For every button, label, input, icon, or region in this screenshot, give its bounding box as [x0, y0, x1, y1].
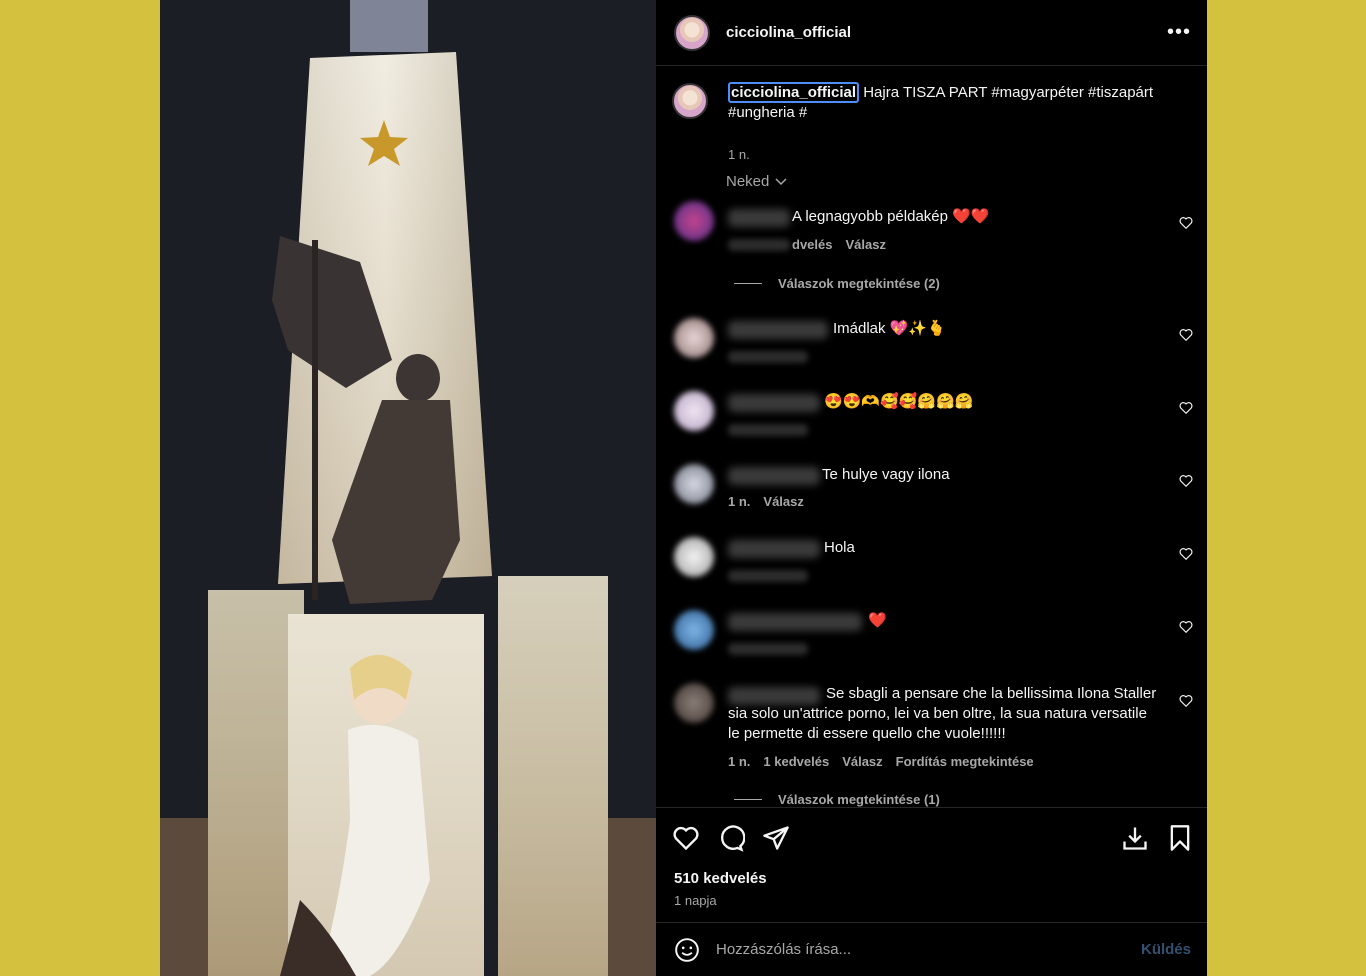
- comment-likes[interactable]: 1 kedvelés: [763, 754, 829, 769]
- commenter-username[interactable]: [728, 321, 828, 339]
- avatar[interactable]: [674, 14, 710, 51]
- commenter-username[interactable]: [728, 540, 820, 558]
- reply-button[interactable]: Válasz: [763, 494, 803, 509]
- sort-label: Neked: [726, 173, 770, 190]
- comment-meta: [728, 643, 808, 655]
- heart-icon[interactable]: [1179, 216, 1193, 230]
- commenter-avatar[interactable]: [674, 537, 714, 577]
- more-options-icon[interactable]: •••: [1167, 21, 1191, 44]
- monument-image: [160, 0, 656, 976]
- view-replies-label: Válaszok megtekintése (2): [778, 276, 940, 291]
- comment-meta: [728, 351, 808, 363]
- comment-time: [728, 239, 790, 251]
- post-panel: cicciolina_official ••• cicciolina_offic…: [656, 0, 1207, 976]
- commenter-avatar[interactable]: [674, 201, 714, 241]
- comment-text: 😍😍🫶🥰🥰🤗🤗🤗: [824, 393, 974, 410]
- commenter-username[interactable]: [728, 209, 790, 227]
- replies-divider: [734, 283, 762, 284]
- translate-button[interactable]: Fordítás megtekintése: [896, 754, 1034, 769]
- save-bookmark-icon[interactable]: [1166, 824, 1194, 852]
- header-username[interactable]: cicciolina_official: [726, 24, 1167, 41]
- comment-meta: [728, 424, 808, 436]
- heart-icon[interactable]: [1179, 547, 1193, 561]
- post-header: cicciolina_official •••: [656, 0, 1207, 66]
- commenter-username[interactable]: [728, 613, 862, 631]
- commenter-avatar[interactable]: [674, 683, 714, 723]
- comment-text: Imádlak 💖✨🫰: [833, 320, 946, 337]
- heart-icon[interactable]: [1179, 401, 1193, 415]
- heart-icon[interactable]: [1179, 328, 1193, 342]
- comment-text: Se sbagli a pensare che la bellissima Il…: [728, 685, 1157, 742]
- view-replies-button[interactable]: Válaszok megtekintése (2): [734, 276, 940, 291]
- likes-count[interactable]: 510 kedvelés: [674, 870, 767, 887]
- comment-text: Te hulye vagy ilona: [822, 466, 950, 483]
- comment-time[interactable]: 1 n.: [728, 754, 750, 769]
- chevron-down-icon: [775, 177, 787, 185]
- comments-list[interactable]: cicciolina_official Hajra TISZA PART #ma…: [656, 67, 1207, 807]
- comment-text: Hola: [824, 539, 855, 556]
- emoji-icon[interactable]: [674, 937, 700, 963]
- commenter-avatar[interactable]: [674, 391, 714, 431]
- comment-sort-dropdown[interactable]: Neked: [726, 173, 787, 190]
- view-replies-button[interactable]: Válaszok megtekintése (1): [734, 792, 940, 807]
- caption-time[interactable]: 1 n.: [728, 147, 750, 162]
- commenter-avatar[interactable]: [674, 318, 714, 358]
- post-actions: 510 kedvelés 1 napja: [656, 807, 1207, 922]
- comment-icon[interactable]: [717, 824, 745, 852]
- post-photo[interactable]: [160, 0, 656, 976]
- commenter-username[interactable]: [728, 394, 820, 412]
- heart-icon[interactable]: [1179, 474, 1193, 488]
- comment-text: ❤️: [868, 612, 887, 629]
- caption-avatar[interactable]: [672, 83, 708, 119]
- comment-meta: [728, 570, 808, 582]
- download-icon[interactable]: [1121, 824, 1149, 852]
- commenter-avatar[interactable]: [674, 464, 714, 504]
- comment-likes[interactable]: dvelés: [792, 237, 832, 252]
- commenter-username[interactable]: [728, 467, 820, 485]
- heart-icon[interactable]: [1179, 620, 1193, 634]
- reply-button[interactable]: Válasz: [845, 237, 885, 252]
- send-button[interactable]: Küldés: [1141, 941, 1191, 958]
- post-date: 1 napja: [674, 893, 717, 908]
- reply-button[interactable]: Válasz: [842, 754, 882, 769]
- replies-divider: [734, 799, 762, 800]
- comment-time[interactable]: 1 n.: [728, 494, 750, 509]
- comment-input[interactable]: [716, 941, 1141, 958]
- caption-username[interactable]: cicciolina_official: [728, 82, 860, 103]
- like-heart-icon[interactable]: [672, 824, 700, 852]
- comment-text: A legnagyobb példakép ❤️❤️: [792, 208, 990, 225]
- comment-composer: Küldés: [656, 922, 1207, 976]
- commenter-avatar[interactable]: [674, 610, 714, 650]
- heart-icon[interactable]: [1179, 694, 1193, 708]
- share-icon[interactable]: [762, 824, 790, 852]
- view-replies-label: Válaszok megtekintése (1): [778, 792, 940, 807]
